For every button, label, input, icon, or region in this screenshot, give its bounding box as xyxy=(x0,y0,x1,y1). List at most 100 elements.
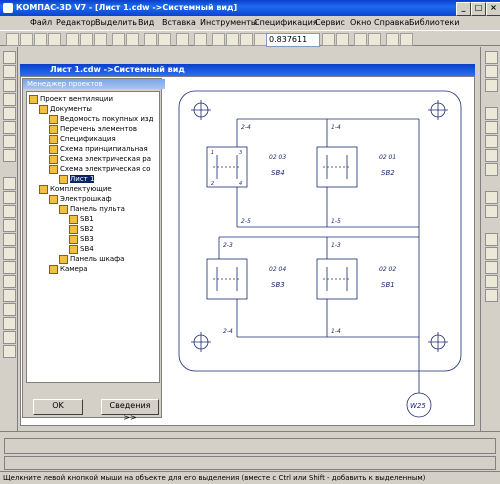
pan-icon[interactable] xyxy=(322,33,335,46)
parametrize-tool-icon[interactable] xyxy=(3,107,16,120)
wire-label-sb2-bottom: 1-5 xyxy=(331,218,341,225)
table-tool-icon[interactable] xyxy=(485,205,498,218)
insert-fragment-icon[interactable] xyxy=(485,65,498,78)
tree-item[interactable]: Комплектующие xyxy=(39,184,112,194)
library-manager-icon[interactable] xyxy=(158,33,171,46)
polyline-tool-icon[interactable] xyxy=(3,247,16,260)
ellipse-tool-icon[interactable] xyxy=(3,233,16,246)
edit-tool-icon[interactable] xyxy=(3,93,16,106)
main-toolbar: 0.837611 xyxy=(0,30,500,47)
zoom-out-icon[interactable] xyxy=(226,33,239,46)
position-label-sb2: 02 01 xyxy=(379,154,396,161)
select-tool-icon[interactable] xyxy=(3,135,16,148)
tree-item-selected[interactable]: Лист 1 xyxy=(59,174,95,184)
tree-item[interactable]: Схема принципиальная xyxy=(49,144,148,154)
tree-item[interactable]: Камера xyxy=(49,264,88,274)
grid-icon[interactable] xyxy=(368,33,381,46)
hatch-tool-icon[interactable] xyxy=(3,331,16,344)
menu-view[interactable]: Вид xyxy=(138,18,154,27)
minimize-button[interactable]: _ xyxy=(456,2,471,16)
symbols-tool-icon[interactable] xyxy=(3,79,16,92)
insert-view-icon[interactable] xyxy=(485,79,498,92)
tree-item[interactable]: Спецификация xyxy=(49,134,116,144)
menu-select[interactable]: Выделить xyxy=(95,18,137,27)
menu-service[interactable]: Сервис xyxy=(315,18,345,27)
tree-item[interactable]: Документы xyxy=(39,104,92,114)
spline-tool-icon[interactable] xyxy=(3,261,16,274)
tree-item[interactable]: Панель шкафа xyxy=(59,254,124,264)
new-file-icon[interactable] xyxy=(6,33,19,46)
menu-edit[interactable]: Редактор xyxy=(56,18,96,27)
tree-item[interactable]: Схема электрическая со xyxy=(49,164,150,174)
menu-window[interactable]: Окно xyxy=(350,18,371,27)
rectangle-tool-icon[interactable] xyxy=(3,275,16,288)
info-button[interactable]: Сведения >> xyxy=(101,399,159,422)
angle-snap-icon[interactable] xyxy=(386,33,399,46)
print-icon[interactable] xyxy=(48,33,61,46)
circle-tool-icon[interactable] xyxy=(3,205,16,218)
tree-item[interactable]: SB3 xyxy=(69,234,94,244)
ortho-icon[interactable] xyxy=(400,33,413,46)
arc-tool-icon[interactable] xyxy=(3,219,16,232)
scale-tool-icon[interactable] xyxy=(485,275,498,288)
open-file-icon[interactable] xyxy=(20,33,33,46)
menu-insert[interactable]: Вставка xyxy=(162,18,196,27)
tree-item[interactable]: Электрошкаф xyxy=(49,194,112,204)
tree-item[interactable]: Проект вентиляции xyxy=(29,94,113,104)
wire-tool-icon[interactable] xyxy=(485,121,498,134)
tree-item[interactable]: SB1 xyxy=(69,214,94,224)
ok-button[interactable]: OK xyxy=(33,399,83,415)
tree-item[interactable]: SB2 xyxy=(69,224,94,234)
refresh-icon[interactable] xyxy=(336,33,349,46)
electrical-tool-icon[interactable] xyxy=(485,107,498,120)
cut-icon[interactable] xyxy=(66,33,79,46)
connector-tool-icon[interactable] xyxy=(485,135,498,148)
fillet-tool-icon[interactable] xyxy=(3,317,16,330)
redo-icon[interactable] xyxy=(126,33,139,46)
properties-icon[interactable] xyxy=(144,33,157,46)
component-tool-icon[interactable] xyxy=(485,149,498,162)
copy-icon[interactable] xyxy=(80,33,93,46)
align-tool-icon[interactable] xyxy=(485,233,498,246)
geometry-tool-icon[interactable] xyxy=(3,51,16,64)
menu-libraries[interactable]: Библиотеки xyxy=(409,18,459,27)
point-tool-icon[interactable] xyxy=(3,177,16,190)
close-button[interactable]: × xyxy=(486,2,500,16)
cable-label: W25 xyxy=(410,402,426,410)
undo-icon[interactable] xyxy=(112,33,125,46)
tree-item[interactable]: Панель пульта xyxy=(59,204,125,214)
polygon-tool-icon[interactable] xyxy=(3,289,16,302)
chamfer-tool-icon[interactable] xyxy=(3,303,16,316)
menu-tools[interactable]: Инструменты xyxy=(200,18,257,27)
wire-label-sb3-top: 2-3 xyxy=(223,242,233,249)
measure-tool-icon[interactable] xyxy=(3,121,16,134)
zoom-in-icon[interactable] xyxy=(212,33,225,46)
menu-specification[interactable]: Спецификация xyxy=(254,18,318,27)
tree-item[interactable]: SB4 xyxy=(69,244,94,254)
save-icon[interactable] xyxy=(34,33,47,46)
tree-item[interactable]: Схема электрическая ра xyxy=(49,154,151,164)
help-icon[interactable] xyxy=(194,33,207,46)
tree-item[interactable]: Ведомость покупных изд xyxy=(49,114,153,124)
paste-icon[interactable] xyxy=(94,33,107,46)
dimension-tool-icon[interactable] xyxy=(3,65,16,78)
zoom-field[interactable]: 0.837611 xyxy=(266,33,320,47)
wire-label-sb1-bottom: 1-4 xyxy=(331,328,341,335)
zoom-window-icon[interactable] xyxy=(240,33,253,46)
maximize-button[interactable]: □ xyxy=(471,2,486,16)
folder-icon xyxy=(39,104,48,114)
terminal-tool-icon[interactable] xyxy=(485,163,498,176)
line-tool-icon[interactable] xyxy=(3,191,16,204)
tree-item[interactable]: Перечень элементов xyxy=(49,124,137,134)
menu-file[interactable]: Файл xyxy=(30,18,52,27)
variables-icon[interactable] xyxy=(176,33,189,46)
report-tool-icon[interactable] xyxy=(485,191,498,204)
rotate-tool-icon[interactable] xyxy=(485,261,498,274)
spec-tool-icon[interactable] xyxy=(3,149,16,162)
contour-tool-icon[interactable] xyxy=(3,345,16,358)
library-tool-icon[interactable] xyxy=(485,51,498,64)
layers-icon[interactable] xyxy=(354,33,367,46)
mirror-tool-icon[interactable] xyxy=(485,247,498,260)
explode-tool-icon[interactable] xyxy=(485,289,498,302)
menu-help[interactable]: Справка xyxy=(374,18,409,27)
